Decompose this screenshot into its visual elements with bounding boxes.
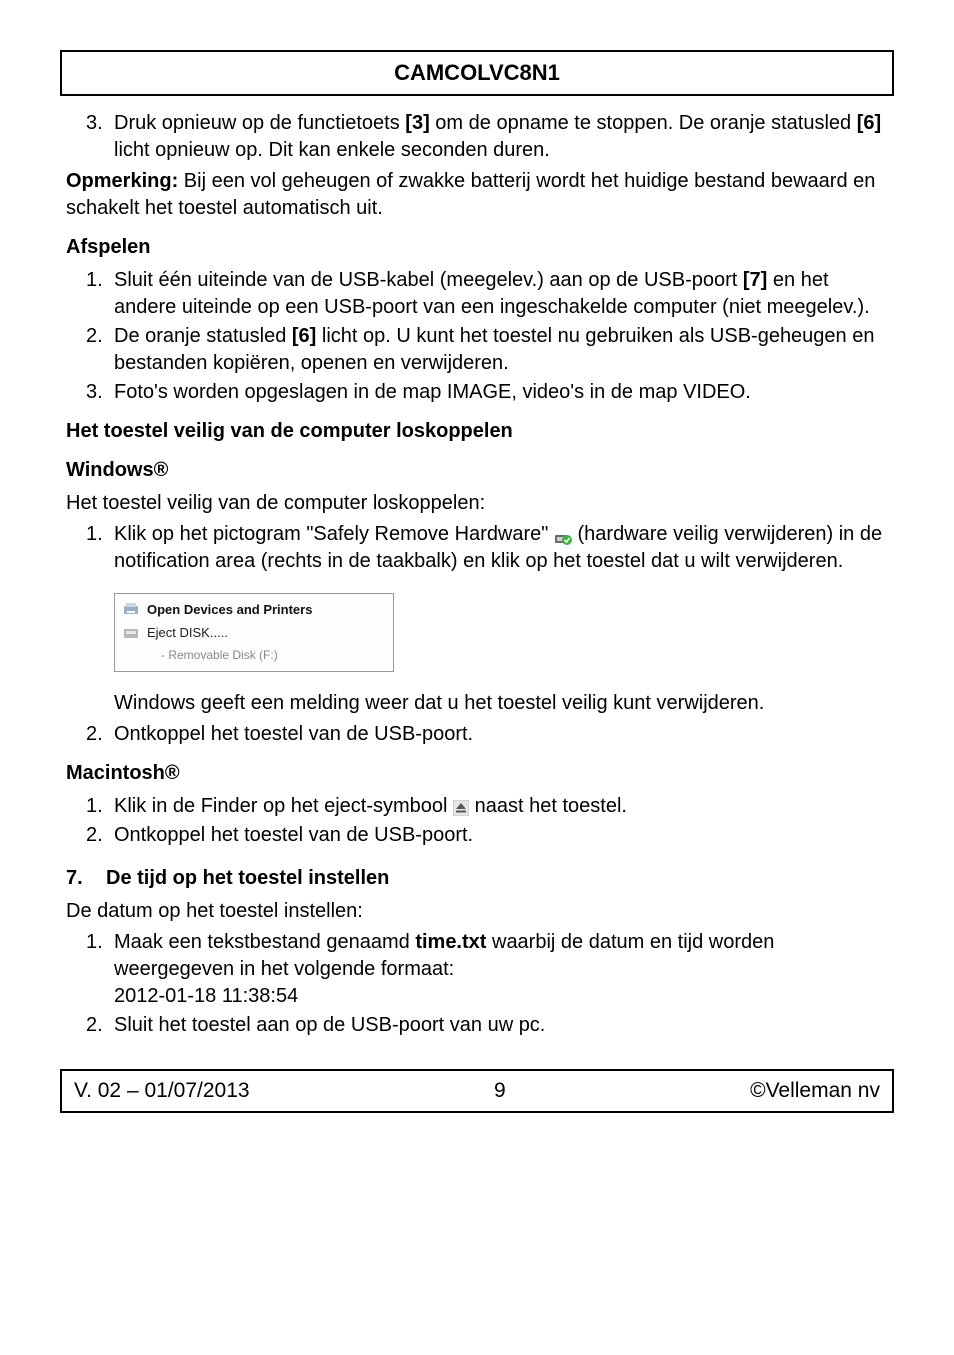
section-title-text: De tijd op het toestel instellen	[106, 865, 389, 892]
list-text: Klik in de Finder op het eject-symbool n…	[114, 793, 888, 820]
section-afspelen: Afspelen	[66, 234, 888, 261]
document-footer: V. 02 – 01/07/2013 9 ©Velleman nv	[60, 1069, 894, 1113]
time-format-example: 2012-01-18 11:38:54	[114, 985, 298, 1007]
list-text: Ontkoppel het toestel van de USB-poort.	[114, 721, 888, 748]
document-title: CAMCOLVC8N1	[394, 60, 560, 85]
windows-context-menu: Open Devices and Printers Eject DISK....…	[114, 593, 394, 672]
section-loskoppelen: Het toestel veilig van de computer losko…	[66, 418, 888, 445]
list-number: 2.	[86, 323, 114, 377]
menu-removable-disk: Removable Disk (F:)	[115, 645, 393, 667]
section-macintosh: Macintosh®	[66, 760, 888, 787]
list-item: 2. De oranje statusled [6] licht op. U k…	[66, 323, 888, 377]
stop-recording-step: 3. Druk opnieuw op de functietoets [3] o…	[66, 110, 888, 164]
list-number: 1.	[86, 267, 114, 321]
document-body: 3. Druk opnieuw op de functietoets [3] o…	[60, 110, 894, 1039]
list-number: 3.	[86, 110, 114, 164]
list-number: 2.	[86, 1012, 114, 1039]
list-text: Foto's worden opgeslagen in de map IMAGE…	[114, 379, 888, 406]
section-windows: Windows®	[66, 457, 888, 484]
list-text: Ontkoppel het toestel van de USB-poort.	[114, 822, 888, 849]
key-ref: [3]	[405, 112, 429, 134]
list-number: 1.	[86, 929, 114, 1010]
safely-remove-hardware-icon	[554, 526, 572, 542]
list-item: 2. Sluit het toestel aan op de USB-poort…	[66, 1012, 888, 1039]
note-label: Opmerking:	[66, 170, 178, 192]
footer-version: V. 02 – 01/07/2013	[74, 1077, 250, 1105]
document-header: CAMCOLVC8N1	[60, 50, 894, 96]
filename: time.txt	[415, 931, 486, 953]
list-number: 1.	[86, 521, 114, 575]
windows-confirm-text: Windows geeft een melding weer dat u het…	[66, 690, 888, 717]
footer-page-number: 9	[494, 1077, 506, 1105]
list-text: Sluit één uiteinde van de USB-kabel (mee…	[114, 267, 888, 321]
list-number: 1.	[86, 793, 114, 820]
list-item: 1. Maak een tekstbestand genaamd time.tx…	[66, 929, 888, 1010]
led-ref: [6]	[292, 325, 316, 347]
list-text: Druk opnieuw op de functietoets [3] om d…	[114, 110, 888, 164]
disk-icon	[123, 625, 139, 641]
list-item: 1. Klik in de Finder op het eject-symboo…	[66, 793, 888, 820]
led-ref: [6]	[857, 112, 881, 134]
windows-intro: Het toestel veilig van de computer losko…	[66, 490, 888, 517]
menu-open-devices: Open Devices and Printers	[115, 598, 393, 622]
list-item: 3. Foto's worden opgeslagen in de map IM…	[66, 379, 888, 406]
section-tijd: 7. De tijd op het toestel instellen	[66, 865, 888, 892]
list-number: 2.	[86, 721, 114, 748]
list-number: 3.	[86, 379, 114, 406]
list-number: 2.	[86, 822, 114, 849]
list-item: 2. Ontkoppel het toestel van de USB-poor…	[66, 822, 888, 849]
list-text: De oranje statusled [6] licht op. U kunt…	[114, 323, 888, 377]
eject-icon	[453, 797, 469, 813]
note-text: Bij een vol geheugen of zwakke batterij …	[66, 170, 875, 219]
list-item: 1. Klik op het pictogram "Safely Remove …	[66, 521, 888, 575]
list-item: 2. Ontkoppel het toestel van de USB-poor…	[66, 721, 888, 748]
key-ref: [7]	[743, 269, 767, 291]
devices-printers-icon	[123, 601, 139, 617]
section-number: 7.	[66, 865, 106, 892]
list-text: Klik op het pictogram "Safely Remove Har…	[114, 521, 888, 575]
tijd-intro: De datum op het toestel instellen:	[66, 898, 888, 925]
menu-eject-disk: Eject DISK.....	[115, 621, 393, 645]
list-text: Maak een tekstbestand genaamd time.txt w…	[114, 929, 888, 1010]
list-item: 1. Sluit één uiteinde van de USB-kabel (…	[66, 267, 888, 321]
note-paragraph: Opmerking: Bij een vol geheugen of zwakk…	[66, 168, 888, 222]
list-text: Sluit het toestel aan op de USB-poort va…	[114, 1012, 888, 1039]
footer-copyright: ©Velleman nv	[750, 1077, 880, 1105]
